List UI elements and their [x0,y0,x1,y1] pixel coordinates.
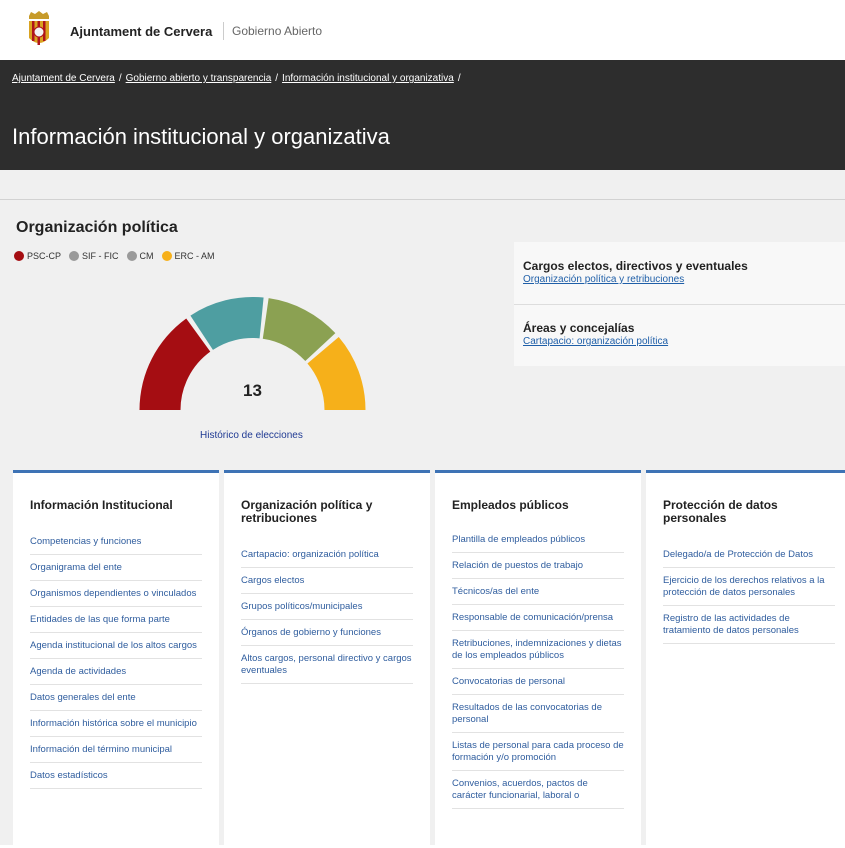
list-item[interactable]: Altos cargos, personal directivo y cargo… [241,646,413,684]
list-item[interactable]: Plantilla de empleados públicos [452,534,624,553]
column-links: Competencias y funciones Organigrama del… [30,536,202,789]
breadcrumb-link-transparency[interactable]: Gobierno abierto y transparencia [126,73,272,84]
list-item[interactable]: Convocatorias de personal [452,669,624,695]
legend-label: PSC-CP [27,251,62,261]
legend-dot [69,251,80,261]
side-divider [514,304,845,305]
legend-label: SIF - FIC [82,251,119,261]
list-item[interactable]: Competencias y funciones [30,536,202,555]
list-item[interactable]: Cargos electos [241,568,413,594]
list-item[interactable]: Información del término municipal [30,737,202,763]
breadcrumb-link-home[interactable]: Ajuntament de Cervera [12,73,115,84]
list-item[interactable]: Técnicos/as del ente [452,579,624,605]
site-subtitle: Gobierno Abierto [232,24,323,38]
legend-label: CM [139,251,154,261]
column-political: Organización política y retribuciones Ca… [224,470,430,848]
side-panel: Cargos electos, directivos y eventuales … [514,242,845,366]
list-item[interactable]: Relación de puestos de trabajo [452,553,624,579]
list-item[interactable]: Retribuciones, indemnizaciones y dietas … [452,631,624,669]
brand-divider [223,22,224,40]
site-brand[interactable]: Ajuntament de Cervera [70,24,212,39]
list-item[interactable]: Responsable de comunicación/prensa [452,605,624,631]
organization-title: Organización política [16,219,178,236]
gauge-segment [139,318,211,410]
party-legend: PSC-CP SIF - FIC CM ERC - AM [14,251,215,261]
side-item-cargos: Cargos electos, directivos y eventuales … [523,259,748,285]
list-item[interactable]: Órganos de gobierno y funciones [241,620,413,646]
list-item[interactable]: Datos generales del ente [30,685,202,711]
side-item-link[interactable]: Organización política y retribuciones [523,274,748,285]
legend-item-erc: ERC - AM [161,251,215,261]
list-item[interactable]: Agenda de actividades [30,659,202,685]
legend-dot [14,251,24,261]
city-crest-icon [29,11,49,45]
column-employees: Empleados públicos Plantilla de empleado… [435,470,641,848]
list-item[interactable]: Entidades de las que forma parte [30,607,202,633]
seats-total: 13 [243,381,262,400]
column-title: Empleados públicos [452,498,569,512]
column-title: Organización política y retribuciones [241,498,373,525]
list-item[interactable]: Resultados de las convocatorias de perso… [452,695,624,733]
legend-item-psc: PSC-CP [14,251,61,261]
breadcrumb-link-current[interactable]: Información institucional y organizativa [282,73,454,84]
breadcrumb-separator: / [118,73,122,84]
list-item[interactable]: Información histórica sobre el municipio [30,711,202,737]
column-links: Cartapacio: organización política Cargos… [241,549,413,684]
list-item[interactable]: Cartapacio: organización política [241,549,413,568]
election-history-link[interactable]: Histórico de elecciones [200,430,303,441]
list-item[interactable]: Agenda institucional de los altos cargos [30,633,202,659]
column-title: Protección de datos personales [663,498,778,525]
side-item-title: Áreas y concejalías [523,321,635,335]
breadcrumb: Ajuntament de Cervera / Gobierno abierto y… [12,73,465,84]
column-links: Delegado/a de Protección de Datos Ejerci… [663,549,835,644]
breadcrumb-separator: / [275,73,279,84]
legend-item-cm: CM [126,251,154,261]
list-item[interactable]: Organigrama del ente [30,555,202,581]
site-header: Ajuntament de Cervera Gobierno Abierto [0,0,845,60]
legend-dot [161,251,172,261]
list-item[interactable]: Listas de personal para cada proceso de … [452,733,624,771]
column-title: Información Institucional [30,498,173,512]
section-divider [0,199,845,200]
legend-item-sif: SIF - FIC [69,251,119,261]
list-item[interactable]: Organismos dependientes o vinculados [30,581,202,607]
side-item-link[interactable]: Cartapacio: organización política [523,336,668,347]
column-data-protection: Protección de datos personales Delegado/… [646,470,845,848]
legend-dot [126,251,137,261]
column-links: Plantilla de empleados públicos Relación… [452,534,624,809]
breadcrumb-separator: / [457,73,461,84]
link-columns: Información Institucional Competencias y… [0,470,845,848]
list-item[interactable]: Ejercicio de los derechos relativos a la… [663,568,835,606]
list-item[interactable]: Delegado/a de Protección de Datos [663,549,835,568]
list-item[interactable]: Convenios, acuerdos, pactos de carácter … [452,771,624,809]
legend-label: ERC - AM [174,251,215,261]
column-institutional: Información Institucional Competencias y… [13,470,219,848]
side-item-title: Cargos electos, directivos y eventuales [523,259,748,273]
list-item[interactable]: Registro de las actividades de tratamien… [663,606,835,644]
list-item[interactable]: Grupos políticos/municipales [241,594,413,620]
list-item[interactable]: Datos estadísticos [30,763,202,789]
page-title: Información institucional y organizativa [12,124,390,149]
side-item-areas: Áreas y concejalías Cartapacio: organiza… [523,321,668,347]
